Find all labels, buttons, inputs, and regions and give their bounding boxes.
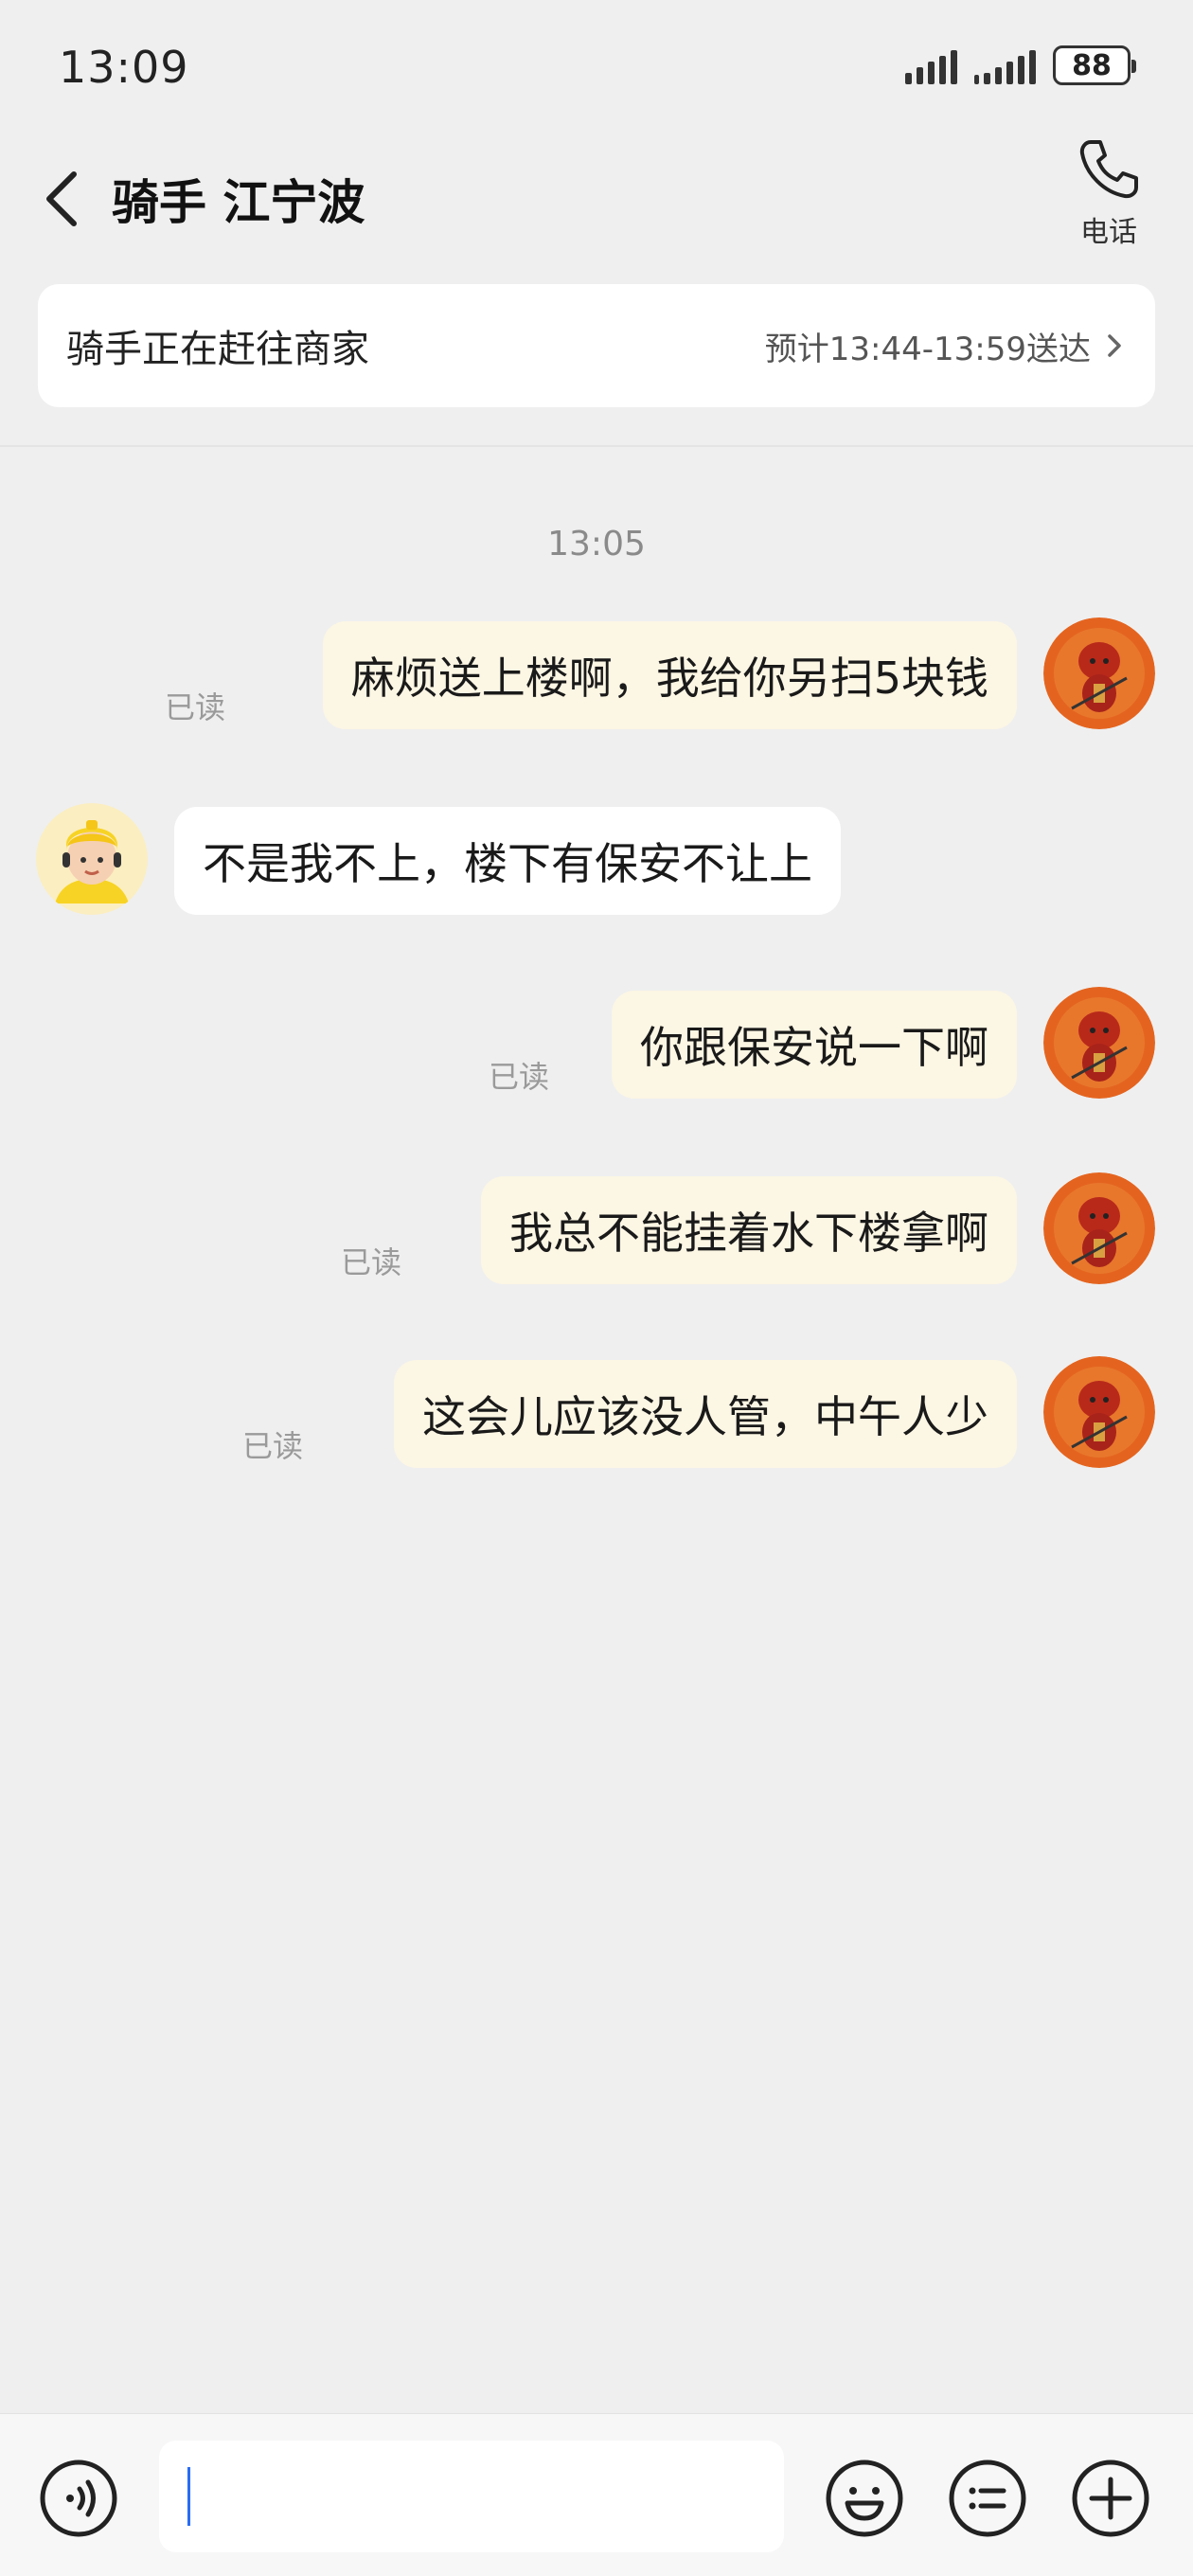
delivery-status-text: 骑手正在赶往商家 bbox=[66, 328, 369, 371]
message-text: 我总不能挂着水下楼拿啊 bbox=[509, 1208, 988, 1259]
call-label: 电话 bbox=[1080, 216, 1137, 249]
my-avatar[interactable] bbox=[1043, 987, 1155, 1099]
plus-icon[interactable] bbox=[1068, 2456, 1153, 2541]
read-receipt: 已读 bbox=[340, 1244, 401, 1280]
read-receipt: 已读 bbox=[164, 689, 225, 725]
monkey-avatar-icon bbox=[1043, 617, 1155, 729]
signal-icon bbox=[905, 46, 957, 84]
message-input[interactable] bbox=[159, 2441, 784, 2552]
quick-reply-icon[interactable] bbox=[945, 2456, 1030, 2541]
chat-timestamp: 13:05 bbox=[547, 525, 646, 564]
my-message-bubble[interactable]: 这会儿应该没人管，中午人少 bbox=[394, 1360, 1017, 1468]
emoji-icon[interactable] bbox=[822, 2456, 907, 2541]
status-time: 13:09 bbox=[59, 42, 189, 93]
message-text: 不是我不上，楼下有保安不让上 bbox=[203, 838, 812, 889]
message-row: 不是我不上，楼下有保安不让上 bbox=[0, 803, 1193, 917]
status-icons: 88 bbox=[905, 45, 1136, 85]
my-message-bubble[interactable]: 我总不能挂着水下楼拿啊 bbox=[481, 1176, 1017, 1284]
my-avatar[interactable] bbox=[1043, 1356, 1155, 1468]
my-avatar[interactable] bbox=[1043, 617, 1155, 729]
battery-icon: 88 bbox=[1053, 45, 1136, 85]
chat-header: 骑手 江宁波 电话 bbox=[0, 133, 1193, 265]
back-arrow-icon[interactable] bbox=[38, 161, 85, 237]
signal-secondary-icon bbox=[974, 46, 1036, 84]
message-row: 已读 麻烦送上楼啊，我给你另扫5块钱 bbox=[0, 617, 1193, 731]
message-text: 这会儿应该没人管，中午人少 bbox=[422, 1391, 988, 1442]
monkey-avatar-icon bbox=[1043, 1356, 1155, 1468]
message-row: 已读 我总不能挂着水下楼拿啊 bbox=[0, 1172, 1193, 1286]
delivery-eta-group: 预计13:44-13:59送达 bbox=[765, 323, 1127, 369]
rider-avatar-icon bbox=[36, 803, 148, 915]
read-receipt: 已读 bbox=[241, 1428, 303, 1464]
header-divider bbox=[0, 445, 1193, 447]
phone-icon bbox=[1079, 140, 1138, 199]
message-row: 已读 你跟保安说一下啊 bbox=[0, 987, 1193, 1100]
message-row: 已读 这会儿应该没人管，中午人少 bbox=[0, 1356, 1193, 1470]
input-bar bbox=[0, 2413, 1193, 2576]
delivery-eta: 预计13:44-13:59送达 bbox=[764, 330, 1091, 368]
message-text: 你跟保安说一下啊 bbox=[640, 1022, 988, 1073]
message-text: 麻烦送上楼啊，我给你另扫5块钱 bbox=[350, 653, 988, 704]
rider-avatar[interactable] bbox=[36, 803, 148, 915]
my-message-bubble[interactable]: 麻烦送上楼啊，我给你另扫5块钱 bbox=[322, 621, 1017, 729]
delivery-status-card[interactable]: 骑手正在赶往商家 预计13:44-13:59送达 bbox=[38, 284, 1155, 407]
call-button[interactable]: 电话 bbox=[1066, 136, 1151, 259]
read-receipt: 已读 bbox=[488, 1059, 549, 1095]
text-caret bbox=[187, 2467, 190, 2526]
monkey-avatar-icon bbox=[1043, 1172, 1155, 1284]
page-title: 骑手 江宁波 bbox=[112, 175, 365, 230]
battery-level: 88 bbox=[1072, 48, 1112, 82]
my-message-bubble[interactable]: 你跟保安说一下啊 bbox=[612, 991, 1017, 1099]
my-avatar[interactable] bbox=[1043, 1172, 1155, 1284]
rider-message-bubble[interactable]: 不是我不上，楼下有保安不让上 bbox=[174, 807, 841, 915]
chevron-right-icon bbox=[1108, 334, 1121, 357]
monkey-avatar-icon bbox=[1043, 987, 1155, 1099]
voice-icon[interactable] bbox=[36, 2456, 121, 2541]
status-bar: 13:09 88 bbox=[0, 0, 1193, 133]
